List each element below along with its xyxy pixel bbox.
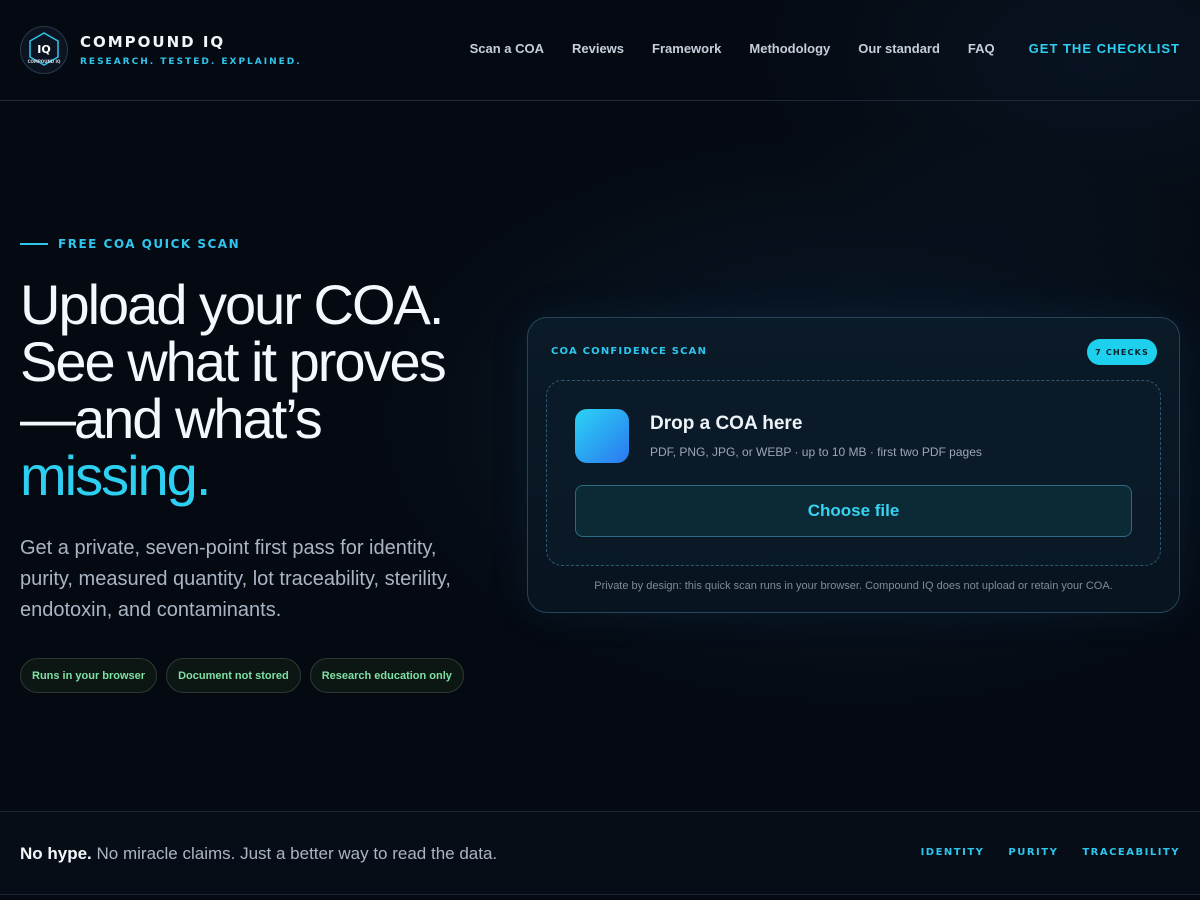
nav-faq[interactable]: FAQ — [968, 41, 995, 56]
nav-scan-a-coa[interactable]: Scan a COA — [470, 41, 544, 56]
tagline-strip: No hype. No miracle claims. Just a bette… — [0, 811, 1200, 895]
scan-card-title: COA CONFIDENCE SCAN — [551, 346, 708, 357]
pill-research-education: Research education only — [309, 658, 464, 693]
pill-runs-in-browser: Runs in your browser — [20, 658, 158, 693]
logo-subtext: COMPOUND IQ — [28, 59, 61, 64]
get-checklist-link[interactable]: GET THE CHECKLIST — [1029, 41, 1180, 56]
file-dropzone[interactable]: Drop a COA here PDF, PNG, JPG, or WEBP ·… — [546, 380, 1161, 566]
headline-line-1: Upload your COA. — [20, 273, 444, 336]
nav-methodology[interactable]: Methodology — [749, 41, 830, 56]
choose-file-button[interactable]: Choose file — [575, 485, 1132, 537]
tag-traceability: TRACEABILITY — [1082, 847, 1180, 858]
hero-headline: Upload your COA. See what it proves —and… — [20, 276, 500, 504]
strip-statement: No hype. No miracle claims. Just a bette… — [20, 844, 497, 864]
strip-bold: No hype. — [20, 844, 92, 863]
main-nav: Scan a COA Reviews Framework Methodology… — [442, 41, 1180, 56]
checks-badge: 7 CHECKS — [1087, 339, 1157, 365]
pill-document-not-stored: Document not stored — [166, 658, 301, 693]
site-header: IQ COMPOUND IQ COMPOUND IQ RESEARCH. TES… — [0, 0, 1200, 101]
feature-pills: Runs in your browser Document not stored… — [20, 658, 473, 693]
strip-tags: IDENTITY PURITY TRACEABILITY — [897, 847, 1180, 858]
brand-name[interactable]: COMPOUND IQ — [80, 33, 225, 51]
dropzone-title: Drop a COA here — [650, 413, 803, 434]
coa-scan-card: COA CONFIDENCE SCAN 7 CHECKS Drop a COA … — [527, 317, 1180, 613]
brand-tagline: RESEARCH. TESTED. EXPLAINED. — [80, 57, 302, 67]
nav-our-standard[interactable]: Our standard — [858, 41, 940, 56]
headline-line-3: —and what’s — [20, 387, 323, 450]
upload-icon — [575, 409, 629, 463]
headline-line-2: See what it proves — [20, 330, 447, 393]
logo-text: IQ — [37, 43, 50, 56]
privacy-note: Private by design: this quick scan runs … — [594, 580, 1113, 592]
tag-identity: IDENTITY — [920, 847, 985, 858]
hexagon-logo-icon: IQ COMPOUND IQ — [28, 32, 61, 66]
tag-purity: PURITY — [1008, 847, 1059, 858]
strip-rest: No miracle claims. Just a better way to … — [91, 844, 498, 863]
headline-accent: missing. — [20, 444, 211, 507]
hero-lede: Get a private, seven-point first pass fo… — [20, 537, 451, 621]
eyebrow-line — [20, 243, 48, 245]
nav-reviews[interactable]: Reviews — [572, 41, 624, 56]
hero-eyebrow: FREE COA QUICK SCAN — [20, 237, 240, 251]
brand-logo[interactable]: IQ COMPOUND IQ — [20, 26, 68, 74]
nav-framework[interactable]: Framework — [652, 41, 721, 56]
dropzone-subtitle: PDF, PNG, JPG, or WEBP · up to 10 MB · f… — [650, 445, 982, 459]
eyebrow-text: FREE COA QUICK SCAN — [58, 237, 241, 251]
